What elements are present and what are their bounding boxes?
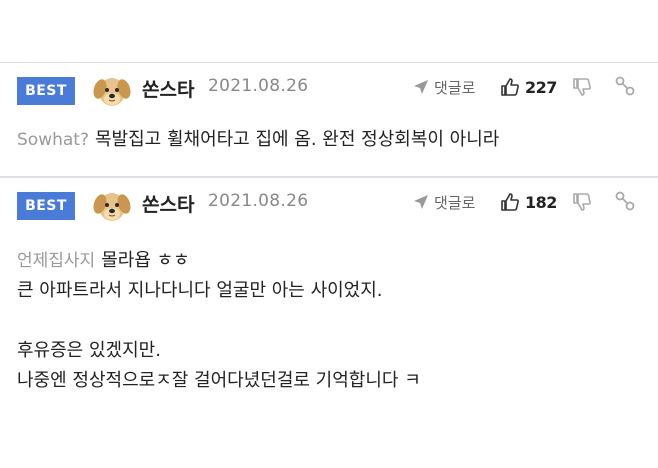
comment-date: 2021.08.26 <box>208 191 309 211</box>
thumbs-down-icon[interactable] <box>572 77 592 97</box>
comment-line: 큰 아파트라서 지나다니다 얼굴만 아는 사이었지. <box>17 280 383 301</box>
thumbs-down-icon[interactable] <box>572 192 592 212</box>
like-button[interactable]: 182 <box>500 190 557 214</box>
link-icon[interactable] <box>615 191 635 211</box>
thumbs-up-icon <box>501 78 519 96</box>
comment-text: Sowhat? 목발집고 휠채어타고 집에 옴. 완전 정상회복이 아니라 <box>17 125 637 155</box>
best-badge: BEST <box>17 77 75 105</box>
comment-line: 나중엔 정상적으로ㅈ잘 걸어다녔던걸로 기억합니다 ㅋ <box>17 370 421 391</box>
comment-header: BEST 쏜스타 2021.08.26 댓글로 <box>0 63 658 115</box>
comment-item: BEST 쏜스타 2021.08.26 댓글로 <box>0 62 658 175</box>
best-badge: BEST <box>17 192 75 220</box>
mention-tag[interactable]: Sowhat? <box>17 130 89 150</box>
puppy-avatar-icon[interactable] <box>90 69 134 113</box>
comment-header: BEST 쏜스타 2021.08.26 댓글로 <box>0 178 658 230</box>
comment-date: 2021.08.26 <box>208 76 309 96</box>
like-button[interactable]: 227 <box>500 75 557 99</box>
reply-button[interactable]: 댓글로 <box>412 75 475 99</box>
author-name[interactable]: 쏜스타 <box>142 75 194 102</box>
comment-line: 몰라욥 ㅎㅎ <box>101 250 190 271</box>
reply-label: 댓글로 <box>434 193 476 212</box>
like-count: 227 <box>525 77 557 97</box>
comment-line: 후유증은 있겠지만. <box>17 340 161 361</box>
comment-list: BEST 쏜스타 2021.08.26 댓글로 227 Sowhat? 목발집고… <box>0 0 658 468</box>
puppy-avatar-icon[interactable] <box>90 184 134 228</box>
author-name[interactable]: 쏜스타 <box>142 190 194 217</box>
comment-text: 언제집사지 몰라욥 ㅎㅎ 큰 아파트라서 지나다니다 얼굴만 아는 사이었지. 후… <box>17 246 637 396</box>
comment-line: 목발집고 휠채어타고 집에 옴. 완전 정상회복이 아니라 <box>94 129 500 150</box>
link-icon[interactable] <box>615 76 635 96</box>
comment-item: BEST 쏜스타 2021.08.26 댓글로 <box>0 176 658 414</box>
thumbs-up-icon <box>501 193 519 211</box>
mention-tag[interactable]: 언제집사지 <box>17 251 95 271</box>
send-arrow-icon <box>414 195 428 209</box>
send-arrow-icon <box>414 80 428 94</box>
reply-button[interactable]: 댓글로 <box>412 190 475 214</box>
like-count: 182 <box>525 192 557 212</box>
reply-label: 댓글로 <box>434 78 476 97</box>
